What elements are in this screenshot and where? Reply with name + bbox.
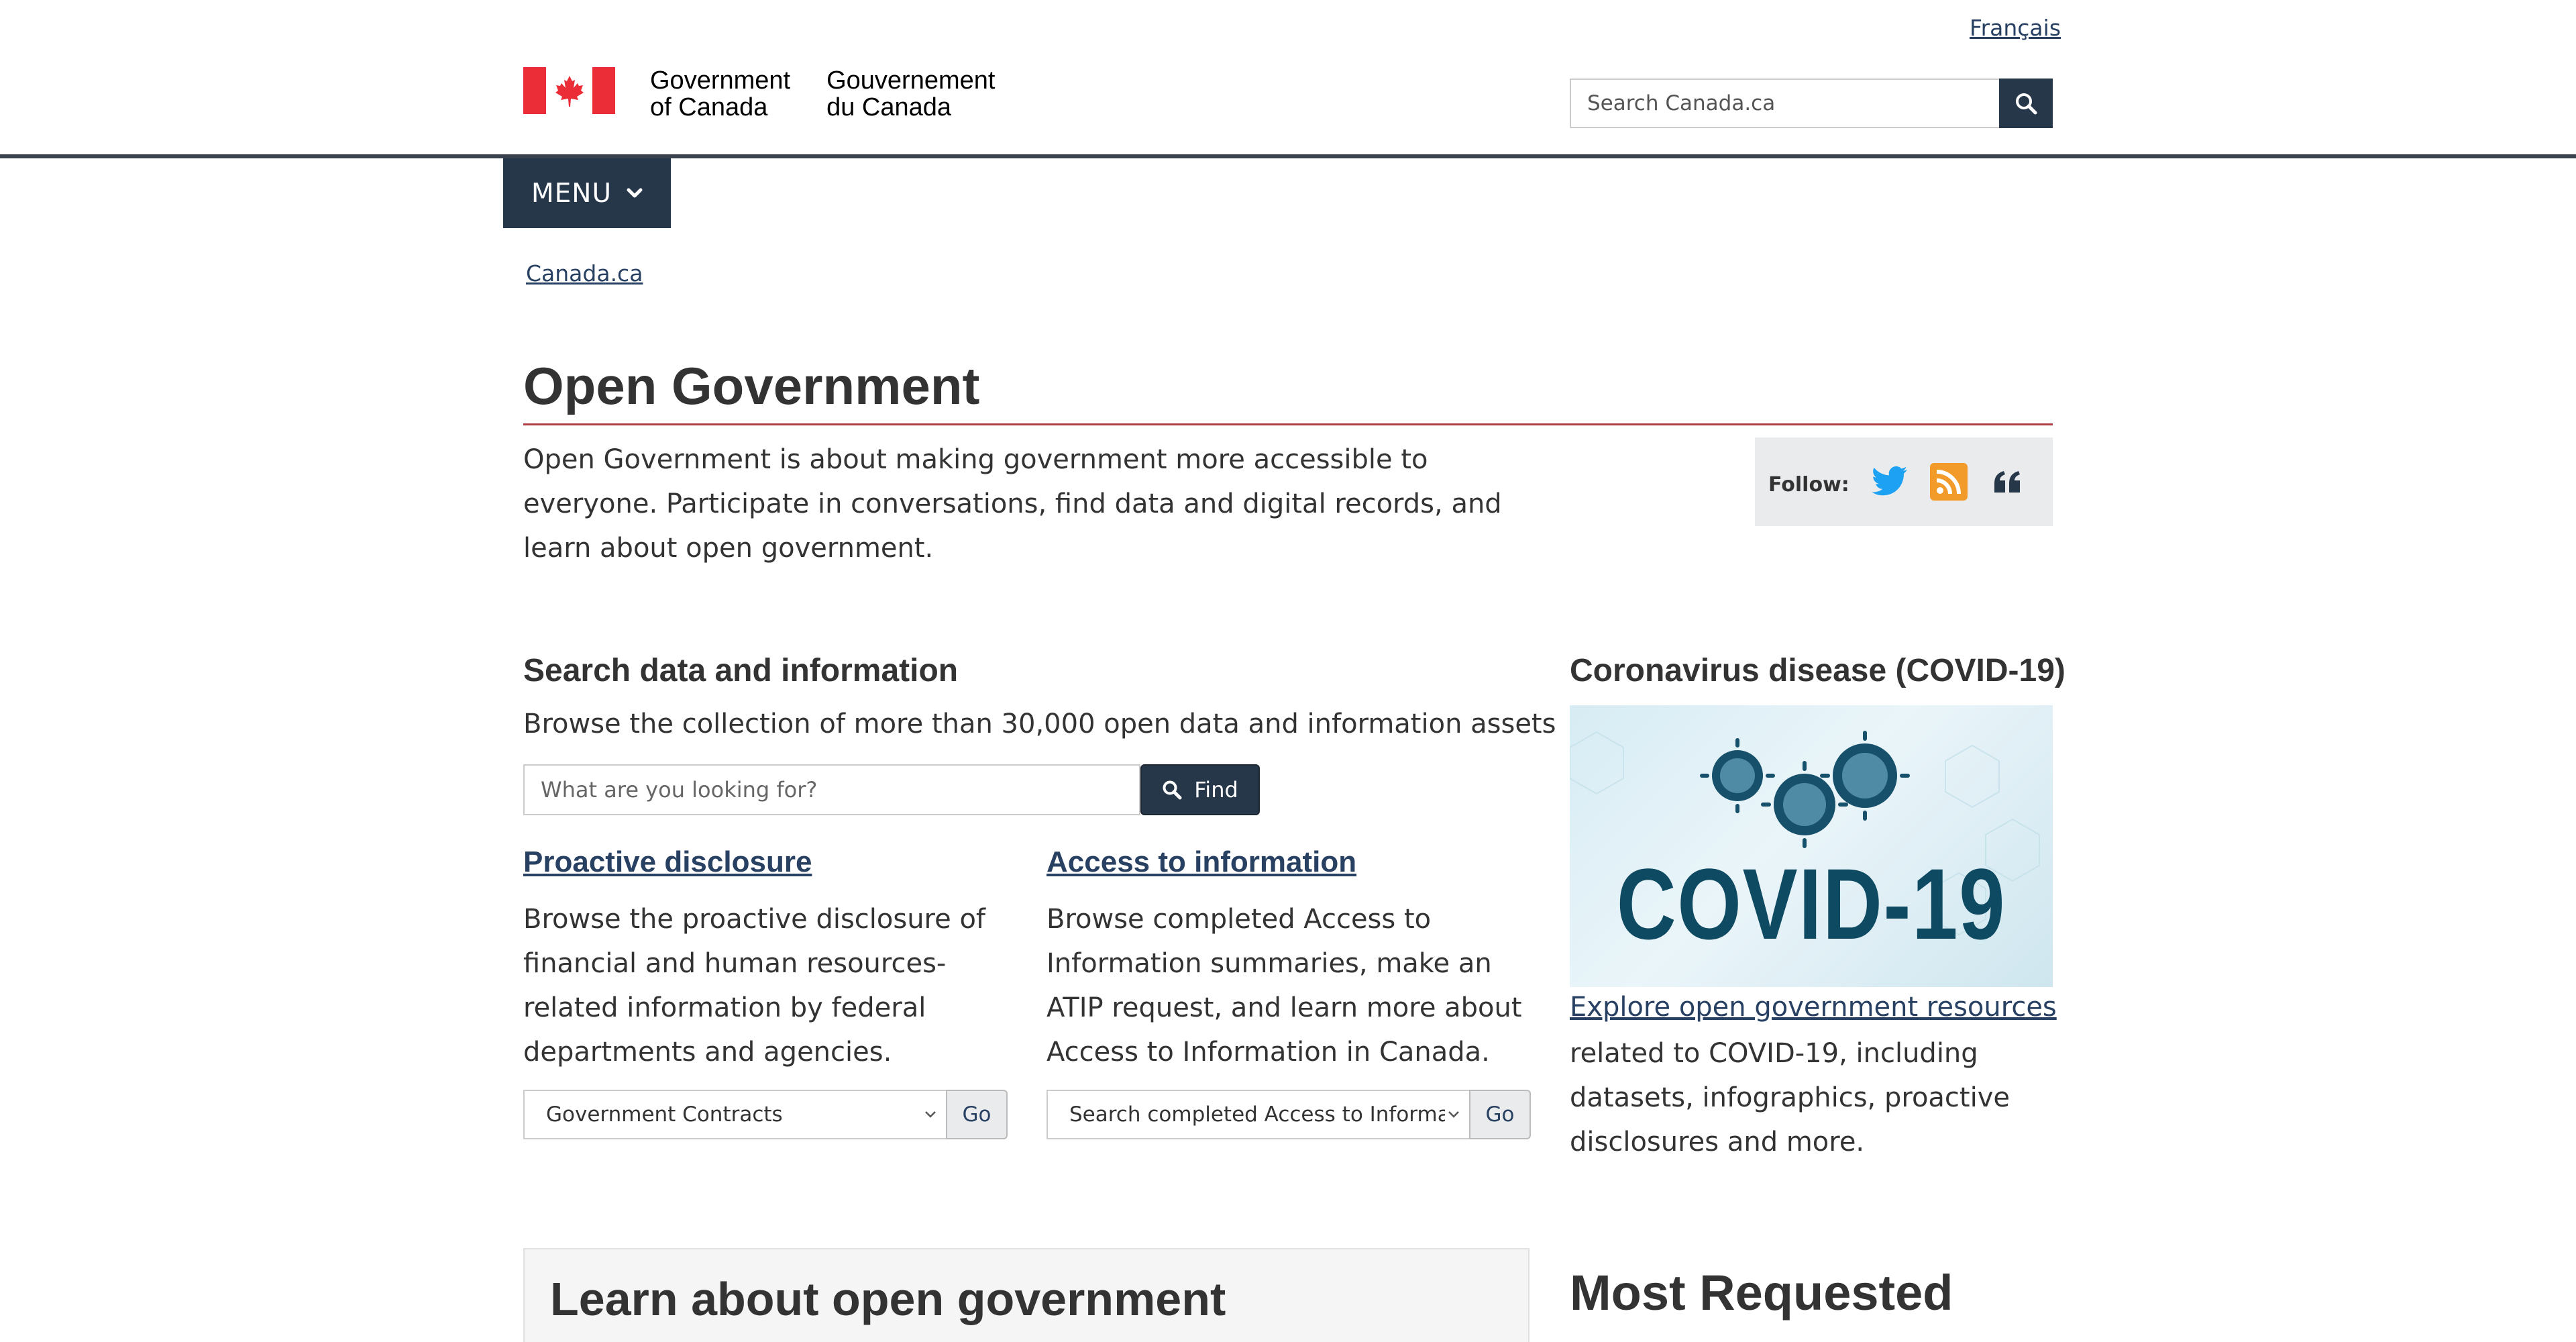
wordmark-french: Gouvernement du Canada bbox=[826, 66, 996, 121]
wordmark-english: Government of Canada bbox=[650, 66, 791, 121]
search-data-description: Browse the collection of more than 30,00… bbox=[523, 709, 1556, 739]
site-search bbox=[1570, 79, 2053, 128]
follow-label: Follow: bbox=[1768, 472, 1849, 497]
site-search-input[interactable] bbox=[1570, 79, 1999, 128]
proactive-go-button[interactable]: Go bbox=[946, 1090, 1008, 1139]
covid-resources-link[interactable]: Explore open government resources bbox=[1570, 992, 2057, 1023]
government-of-canada-signature[interactable]: Government of Canada Gouvernement du Can… bbox=[523, 67, 995, 121]
covid-heading: Coronavirus disease (COVID-19) bbox=[1570, 653, 2065, 688]
proactive-disclosure-select[interactable]: Government Contracts bbox=[523, 1090, 946, 1139]
ati-go-button[interactable]: Go bbox=[1469, 1090, 1531, 1139]
data-search-input[interactable] bbox=[523, 764, 1140, 815]
search-icon bbox=[1163, 780, 1182, 800]
data-search-form: Find bbox=[523, 764, 1260, 815]
proactive-disclosure-text: Browse the proactive disclosure of finan… bbox=[523, 904, 986, 1068]
quote-icon[interactable] bbox=[1988, 462, 2028, 502]
covid-description: related to COVID-19, including datasets,… bbox=[1570, 1038, 2010, 1157]
canada-flag-icon bbox=[523, 67, 615, 114]
page-intro: Open Government is about making governme… bbox=[523, 444, 1502, 564]
ati-search-form: Search completed Access to Information r… bbox=[1046, 1090, 1531, 1139]
find-button[interactable]: Find bbox=[1140, 764, 1260, 815]
follow-bar: Follow: bbox=[1755, 437, 2053, 526]
breadcrumb-item-canada-ca[interactable]: Canada.ca bbox=[526, 260, 643, 287]
most-requested-heading: Most Requested bbox=[1570, 1265, 1953, 1321]
access-to-information-text: Browse completed Access to Information s… bbox=[1046, 904, 1522, 1068]
covid-banner-image: COVID-19 bbox=[1570, 705, 2053, 987]
learn-heading: Learn about open government bbox=[550, 1273, 1226, 1325]
proactive-disclosure-form: Government Contracts Go bbox=[523, 1090, 1008, 1139]
main-menu-button[interactable]: MENU bbox=[503, 158, 671, 228]
language-toggle-link[interactable]: Français bbox=[1970, 15, 2061, 41]
learn-about-open-government-panel: Learn about open government bbox=[523, 1248, 1529, 1342]
header-divider bbox=[0, 154, 2576, 158]
proactive-disclosure-link[interactable]: Proactive disclosure bbox=[523, 845, 812, 879]
twitter-icon[interactable] bbox=[1870, 462, 1910, 502]
chevron-down-icon bbox=[627, 188, 643, 198]
title-underline bbox=[523, 423, 2053, 425]
search-icon bbox=[2016, 93, 2037, 115]
menu-label: MENU bbox=[531, 178, 612, 209]
rss-icon[interactable] bbox=[1929, 462, 1969, 502]
site-search-button[interactable] bbox=[1999, 79, 2053, 128]
covid-banner-text: COVID-19 bbox=[1616, 847, 2006, 960]
search-data-heading: Search data and information bbox=[523, 653, 959, 688]
chevron-down-icon bbox=[1448, 1111, 1459, 1118]
chevron-down-icon bbox=[925, 1111, 936, 1118]
access-to-information-link[interactable]: Access to information bbox=[1046, 845, 1356, 879]
breadcrumb: Canada.ca bbox=[526, 260, 643, 287]
page-title: Open Government bbox=[523, 356, 980, 415]
find-label: Find bbox=[1194, 777, 1238, 803]
ati-select[interactable]: Search completed Access to Information r… bbox=[1046, 1090, 1469, 1139]
